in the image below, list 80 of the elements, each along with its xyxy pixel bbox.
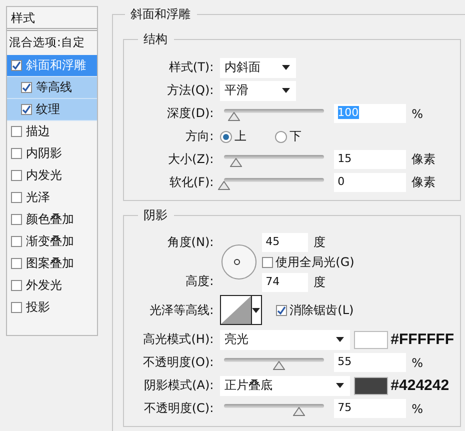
dropdown[interactable]: 正片叠底 <box>220 376 350 396</box>
dropdown[interactable]: 内斜面 <box>220 58 296 78</box>
field-label: 高度: <box>184 273 215 290</box>
value-field[interactable]: 74 <box>262 272 308 292</box>
style-item[interactable]: 图案叠加 <box>7 253 97 275</box>
slider-thumb[interactable] <box>272 361 285 370</box>
caret-icon <box>282 88 290 93</box>
unit-label: 度 <box>314 234 326 250</box>
slider-thumb[interactable] <box>228 112 240 121</box>
unit-label: 像素 <box>412 151 436 168</box>
blending-options-item[interactable]: 混合选项:自定 <box>7 31 97 55</box>
value-field[interactable]: 55 <box>334 353 406 372</box>
unit-label: % <box>412 402 424 416</box>
field-label: 阴影模式(A): <box>143 377 215 394</box>
unit-label: % <box>412 356 424 370</box>
caret-icon <box>252 308 260 312</box>
unit-label: % <box>412 106 424 120</box>
unit-label: 像素 <box>412 174 436 191</box>
checkbox[interactable] <box>11 280 22 291</box>
slider-label: 深度(D): <box>166 105 215 122</box>
value-field[interactable]: 0 <box>334 173 406 192</box>
radio-option[interactable]: 上 <box>220 128 247 145</box>
checkbox[interactable] <box>262 256 273 268</box>
style-item[interactable]: 内发光 <box>7 165 97 187</box>
contour-picker[interactable] <box>220 295 262 325</box>
field-label: 方法(Q): <box>166 82 215 99</box>
field-label: 高光模式(H): <box>142 331 215 348</box>
slider-thumb[interactable] <box>218 181 230 190</box>
value-field[interactable]: 15 <box>334 150 406 169</box>
field-label: 光泽等高线: <box>148 302 215 318</box>
dropdown[interactable]: 平滑 <box>220 80 296 100</box>
checkbox[interactable] <box>11 126 22 137</box>
style-item[interactable]: 颜色叠加 <box>7 209 97 231</box>
checkbox[interactable] <box>21 82 32 93</box>
value-field[interactable]: 45 <box>262 232 308 252</box>
hex-code: #424242 <box>390 377 450 394</box>
radio-option[interactable]: 下 <box>274 128 302 145</box>
color-swatch[interactable] <box>354 330 388 348</box>
style-item[interactable]: 光泽 <box>7 187 97 209</box>
slider-label: 软化(F): <box>168 174 215 191</box>
checkbox[interactable] <box>11 236 22 247</box>
checkbox[interactable] <box>11 192 22 203</box>
group-title: 斜面和浮雕 <box>124 7 197 22</box>
slider-label: 大小(Z): <box>167 151 215 168</box>
group-title: 结构 <box>138 32 174 47</box>
checkbox[interactable] <box>276 304 287 316</box>
style-item[interactable]: 描边 <box>7 121 97 143</box>
checkbox[interactable] <box>11 214 22 225</box>
anti-alias-checkbox[interactable]: 消除锯齿(L) <box>276 302 354 318</box>
hex-code: #FFFFFF <box>390 331 454 348</box>
style-item[interactable]: 外发光 <box>7 275 97 297</box>
slider-label: 不透明度(O): <box>142 354 215 371</box>
checkbox[interactable] <box>11 258 22 269</box>
list-header: 样式 <box>7 7 97 31</box>
dropdown[interactable]: 亮光 <box>220 330 350 350</box>
value-field[interactable]: 75 <box>334 399 406 418</box>
checkbox[interactable] <box>11 148 22 159</box>
caret-icon <box>282 65 290 70</box>
style-item[interactable]: 等高线 <box>7 77 97 99</box>
style-item[interactable]: 内阴影 <box>7 143 97 165</box>
unit-label: 度 <box>314 274 326 290</box>
field-label: 角度(N): <box>166 234 215 251</box>
group-title: 阴影 <box>138 208 174 223</box>
caret-icon <box>336 337 344 342</box>
color-swatch[interactable] <box>354 376 388 394</box>
checkbox[interactable] <box>11 60 22 71</box>
style-item[interactable]: 纹理 <box>7 99 97 121</box>
slider-thumb[interactable] <box>292 407 305 416</box>
global-light-checkbox[interactable]: 使用全局光(G) <box>262 254 354 270</box>
checkbox[interactable] <box>21 104 32 115</box>
field-label: 方向: <box>184 128 215 145</box>
angle-dial[interactable] <box>220 243 258 281</box>
slider-thumb[interactable] <box>230 158 242 167</box>
style-item[interactable]: 渐变叠加 <box>7 231 97 253</box>
style-item[interactable]: 投影 <box>7 297 97 319</box>
caret-icon <box>336 383 344 388</box>
checkbox[interactable] <box>11 170 22 181</box>
field-label: 样式(T): <box>168 59 215 76</box>
checkbox[interactable] <box>11 302 22 313</box>
slider-label: 不透明度(C): <box>142 400 215 417</box>
